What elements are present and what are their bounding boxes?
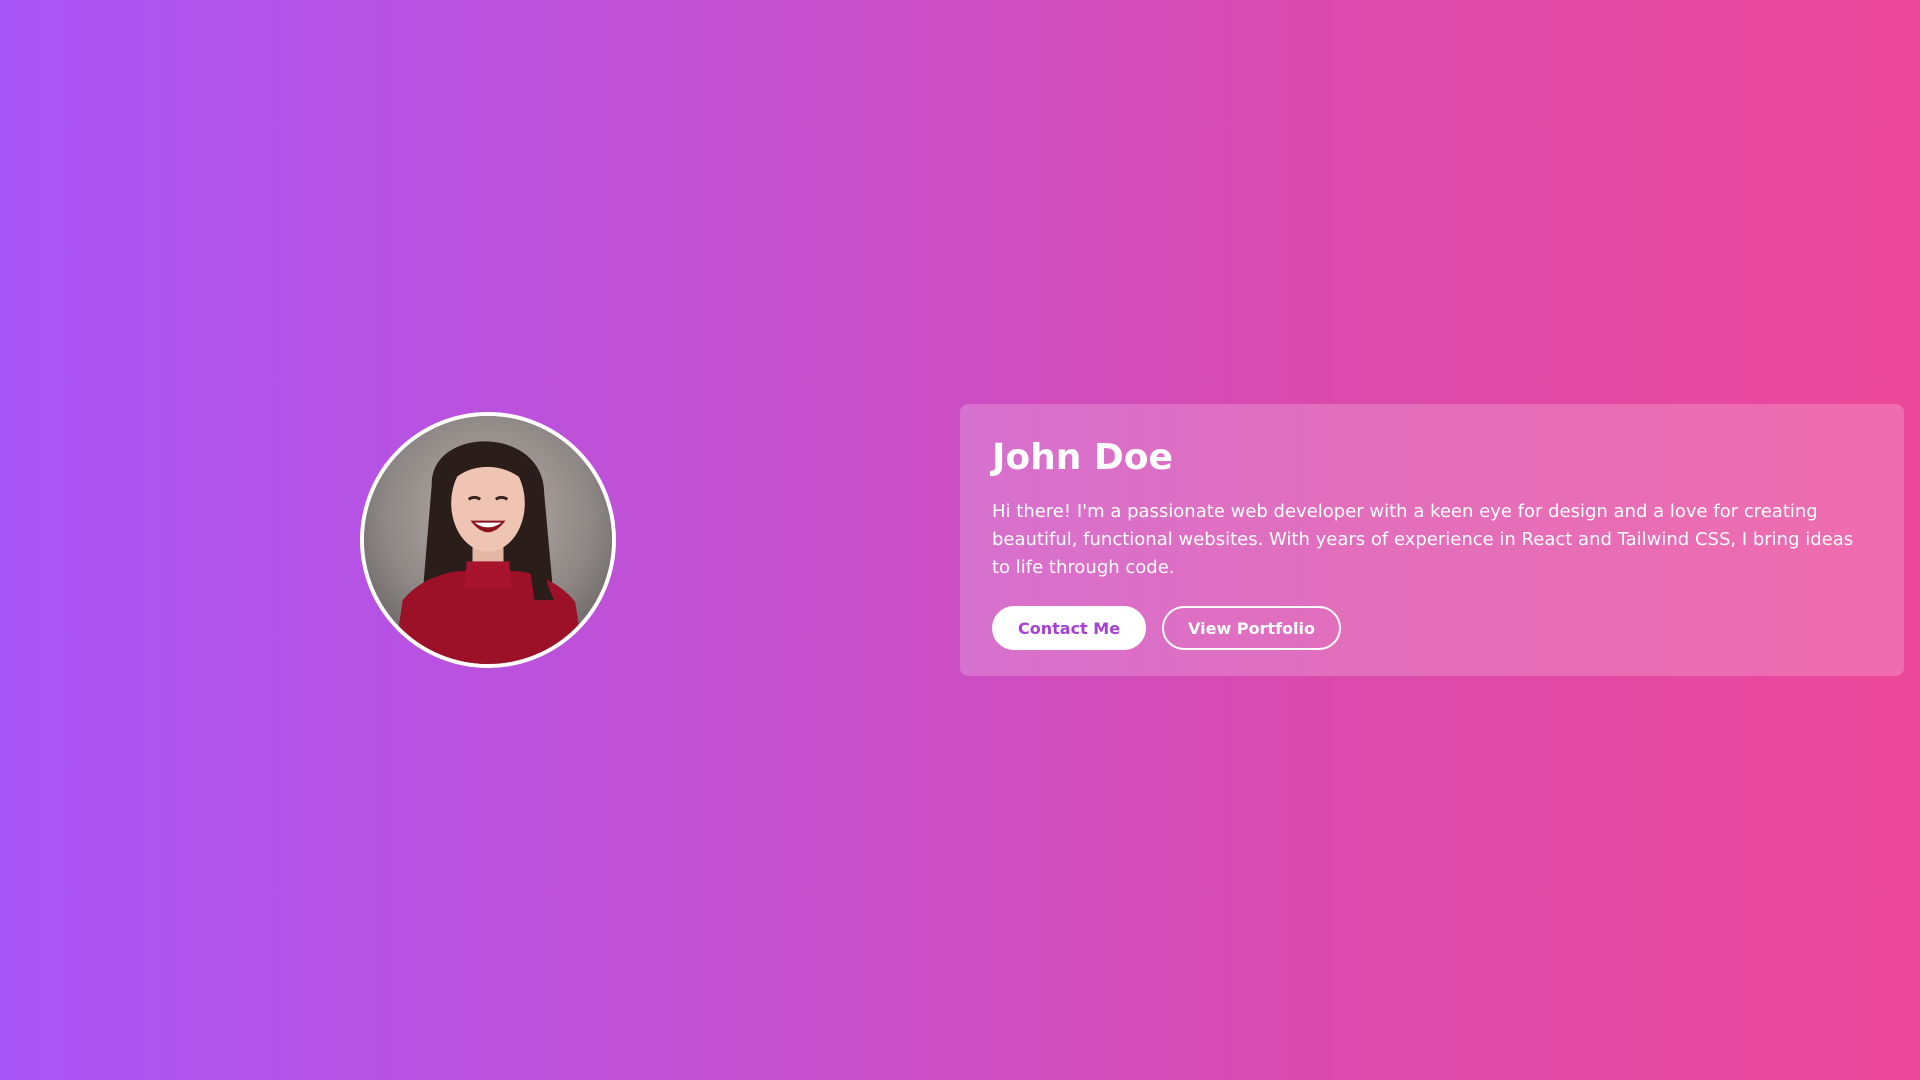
contact-me-button[interactable]: Contact Me	[992, 606, 1147, 650]
profile-bio: Hi there! I'm a passionate web developer…	[992, 501, 1854, 578]
action-buttons: Contact Me View Portfolio	[992, 606, 1872, 650]
profile-photo-icon	[364, 416, 612, 664]
hero-section: John Doe Hi there! I'm a passionate web …	[0, 0, 1920, 1080]
avatar	[360, 412, 616, 668]
profile-card: John Doe Hi there! I'm a passionate web …	[960, 404, 1904, 676]
profile-name: John Doe	[992, 437, 1173, 478]
view-portfolio-button[interactable]: View Portfolio	[1162, 606, 1342, 650]
